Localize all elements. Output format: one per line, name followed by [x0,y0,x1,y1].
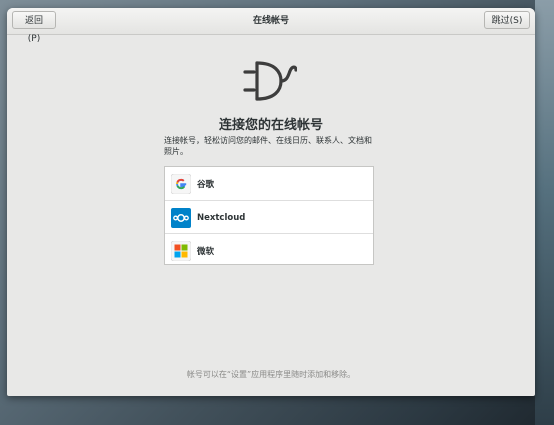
online-accounts-window: 返回(P) 在线帐号 跳过(S) 连接您的在线帐号 连接帐号，轻松访问您的邮件、… [7,8,535,396]
google-icon [171,173,191,194]
desktop-background [535,0,554,425]
provider-row-google[interactable]: 谷歌 [165,167,373,200]
skip-button[interactable]: 跳过(S) [484,11,530,29]
provider-row-nextcloud[interactable]: Nextcloud [165,200,373,234]
header-bar: 返回(P) 在线帐号 跳过(S) [7,8,535,44]
provider-label: 谷歌 [197,179,215,190]
nextcloud-icon [171,207,191,228]
main-heading: 连接您的在线帐号 [218,118,323,133]
microsoft-icon [171,240,191,261]
footer-note: 帐号可以在“设置”应用程序里随时添加和移除。 [186,370,356,379]
description-text: 连接帐号，轻松访问您的邮件、在线日历、联系人、文档和照片。 [164,136,372,156]
plug-icon [243,61,297,101]
provider-label: Nextcloud [197,212,246,223]
provider-list: 谷歌 Nextcloud 微软 [164,166,374,265]
provider-row-microsoft[interactable]: 微软 [165,233,373,267]
provider-label: 微软 [197,246,215,257]
page-title: 在线帐号 [252,16,289,26]
